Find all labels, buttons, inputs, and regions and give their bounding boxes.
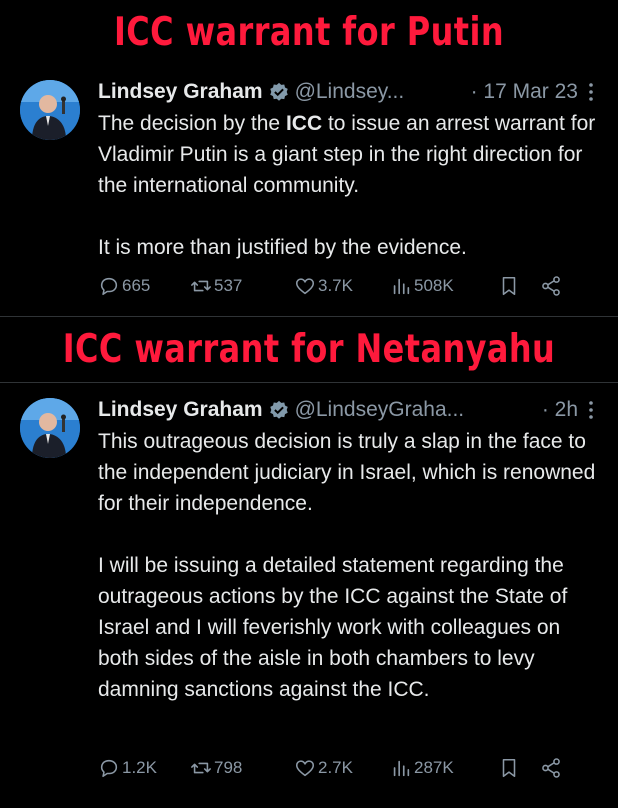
divider	[0, 316, 618, 317]
reply-count: 665	[122, 276, 151, 295]
reply-count: 1.2K	[122, 758, 157, 777]
like-icon	[295, 760, 315, 777]
like-button[interactable]: 3.7K	[294, 275, 390, 297]
tweet-paragraph-2: It is more than justified by the evidenc…	[98, 236, 467, 259]
repost-icon	[191, 280, 211, 292]
tweet-date[interactable]: · 17 Mar 23	[471, 80, 578, 104]
bookmark-icon	[502, 276, 516, 296]
tweet-text: The decision by the ICC to issue an arre…	[98, 108, 598, 263]
reply-icon	[100, 277, 118, 296]
views-count: 508K	[414, 276, 454, 295]
author-handle[interactable]: @Lindsey...	[295, 80, 405, 104]
share-icon	[542, 758, 560, 778]
bookmark-button[interactable]	[498, 275, 522, 297]
tweet-text: This outrageous decision is truly a slap…	[98, 426, 598, 705]
tweet-paragraph-1: This outrageous decision is truly a slap…	[98, 430, 596, 515]
verified-badge-icon	[269, 400, 288, 419]
views-count: 287K	[414, 758, 454, 777]
tweet-card[interactable]: Lindsey Graham @Lindsey... · 17 Mar 23 T…	[0, 70, 618, 310]
views-icon	[393, 760, 410, 777]
share-icon	[542, 276, 560, 296]
tweet-card[interactable]: Lindsey Graham @LindseyGraha... · 2h Thi…	[0, 388, 618, 798]
repost-button[interactable]: 537	[190, 275, 294, 297]
views-button[interactable]: 508K	[390, 275, 498, 297]
tweet-actions: 665 537 3.7K 508K	[98, 272, 598, 300]
headline-netanyahu: ICC warrant for Netanyahu	[62, 327, 556, 372]
author-handle[interactable]: @LindseyGraha...	[295, 398, 465, 422]
avatar[interactable]	[20, 80, 80, 140]
tweet-text-bold: ICC	[285, 112, 323, 135]
like-icon	[295, 278, 315, 295]
headline-putin: ICC warrant for Putin	[113, 10, 505, 55]
repost-icon	[191, 762, 211, 774]
more-icon[interactable]	[582, 80, 600, 104]
author-name[interactable]: Lindsey Graham	[98, 398, 263, 422]
divider	[0, 382, 618, 383]
views-button[interactable]: 287K	[390, 757, 498, 779]
avatar[interactable]	[20, 398, 80, 458]
share-button[interactable]	[540, 757, 564, 779]
tweet-paragraph-2: I will be issuing a detailed statement r…	[98, 554, 568, 701]
verified-badge-icon	[269, 82, 288, 101]
views-icon	[393, 278, 410, 295]
repost-count: 798	[214, 758, 243, 777]
like-count: 3.7K	[318, 276, 353, 295]
share-button[interactable]	[540, 275, 564, 297]
tweet-header: Lindsey Graham @LindseyGraha... · 2h	[98, 394, 600, 426]
bookmark-button[interactable]	[498, 757, 522, 779]
like-button[interactable]: 2.7K	[294, 757, 390, 779]
tweet-text-part: The decision by the	[98, 112, 286, 135]
repost-count: 537	[214, 276, 243, 295]
more-icon[interactable]	[582, 398, 600, 422]
reply-button[interactable]: 665	[98, 275, 190, 297]
author-name[interactable]: Lindsey Graham	[98, 80, 263, 104]
repost-button[interactable]: 798	[190, 757, 294, 779]
like-count: 2.7K	[318, 758, 353, 777]
bookmark-icon	[502, 758, 516, 778]
reply-button[interactable]: 1.2K	[98, 757, 190, 779]
tweet-date[interactable]: · 2h	[542, 398, 578, 422]
tweet-actions: 1.2K 798 2.7K 287K	[98, 754, 598, 782]
tweet-header: Lindsey Graham @Lindsey... · 17 Mar 23	[98, 76, 600, 108]
reply-icon	[100, 759, 118, 778]
